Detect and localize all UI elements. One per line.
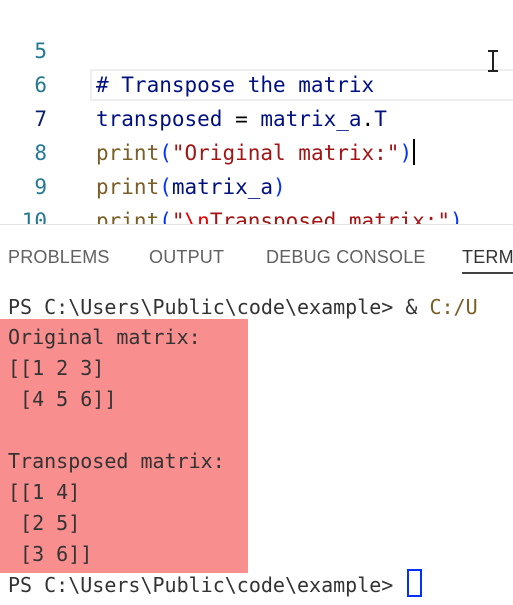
terminal-command-line: PS C:\Users\Public\code\example> & C:/U xyxy=(8,292,478,322)
code-line[interactable]: 5 # Transpose the matrix xyxy=(0,0,513,97)
line-number: 10 xyxy=(21,209,47,224)
terminal-prompt: PS C:\Users\Public\code\example> xyxy=(8,573,406,597)
code-token: ( xyxy=(159,209,172,224)
tab-terminal[interactable]: TERM xyxy=(462,247,513,274)
code-line-active[interactable]: 7 print("Original matrix:") xyxy=(0,68,513,165)
vscode-window: 5 # Transpose the matrix 6 transposed = … xyxy=(0,0,513,605)
terminal-prompt: PS C:\Users\Public\code\example> xyxy=(8,295,406,319)
tab-debug-console[interactable]: DEBUG CONSOLE xyxy=(266,247,426,268)
terminal-output-line: [[1 2 3] xyxy=(8,356,105,380)
terminal-command-path: C:/U xyxy=(429,295,478,319)
code-token: " xyxy=(171,209,185,224)
code-token: Transposed matrix:" xyxy=(209,209,451,224)
code-text: print("\nTransposed matrix:") xyxy=(96,204,463,224)
bottom-panel: PROBLEMS OUTPUT DEBUG CONSOLE TERM PS C:… xyxy=(0,224,513,605)
panel-tabs: PROBLEMS OUTPUT DEBUG CONSOLE TERM xyxy=(0,225,513,285)
terminal-output-line: [[1 4] xyxy=(8,480,81,504)
terminal-output-line: [3 6]] xyxy=(8,542,93,566)
code-token: print xyxy=(96,209,160,224)
terminal-output-line: Original matrix: xyxy=(8,325,201,349)
terminal-output-line: [4 5 6]] xyxy=(8,387,117,411)
terminal-operator: & xyxy=(405,295,430,319)
ibeam-cursor-icon xyxy=(486,50,500,72)
code-line[interactable]: 10 print(transposed) xyxy=(0,170,513,224)
terminal-output-line: [2 5] xyxy=(8,511,81,535)
tab-output[interactable]: OUTPUT xyxy=(149,247,224,268)
code-editor[interactable]: 5 # Transpose the matrix 6 transposed = … xyxy=(0,0,513,224)
tab-problems[interactable]: PROBLEMS xyxy=(8,247,110,268)
terminal-output-line: Transposed matrix: xyxy=(8,449,225,473)
terminal-final-prompt-line[interactable]: PS C:\Users\Public\code\example> xyxy=(8,569,423,599)
code-line[interactable]: 9 print("\nTransposed matrix:") xyxy=(0,136,513,224)
code-token: \n xyxy=(184,209,210,224)
code-token: ) xyxy=(450,209,463,224)
terminal-cursor xyxy=(407,569,423,597)
terminal[interactable]: PS C:\Users\Public\code\example> & C:/U … xyxy=(0,285,513,605)
code-line[interactable]: 8 print(matrix_a) xyxy=(0,102,513,199)
code-line[interactable]: 6 transposed = matrix_a.T xyxy=(0,34,513,131)
